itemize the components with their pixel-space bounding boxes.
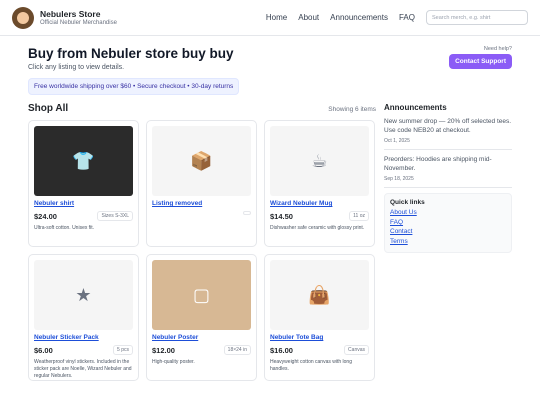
product-card[interactable]: ☕ Wizard Nebuler Mug $14.50 11 oz Dishwas… bbox=[264, 120, 375, 247]
page-title: Buy from Nebuler store buy buy bbox=[28, 46, 234, 61]
nav-about[interactable]: About bbox=[298, 13, 319, 22]
product-badge: 18×24 in bbox=[223, 345, 251, 355]
product-card[interactable]: ★ Nebuler Sticker Pack $6.00 5 pcs Weathe… bbox=[28, 254, 139, 381]
product-card[interactable]: ▢ Nebuler Poster $12.00 18×24 in High-qua… bbox=[146, 254, 257, 381]
announcements-title: Announcements bbox=[384, 103, 447, 112]
link-faq[interactable]: FAQ bbox=[390, 219, 506, 226]
product-title[interactable]: Nebuler Tote Bag bbox=[270, 334, 369, 341]
product-price: $6.00 bbox=[34, 345, 53, 355]
shirt-icon: 👕 bbox=[34, 126, 133, 196]
nav-home[interactable]: Home bbox=[266, 13, 287, 22]
announcement: Preorders: Hoodies are shipping mid-Nove… bbox=[384, 155, 512, 189]
announcement-text: New summer drop — 20% off selected tees.… bbox=[384, 118, 512, 135]
shop-title: Shop All bbox=[28, 103, 69, 114]
main-nav: Home About Announcements FAQ Search merc… bbox=[266, 10, 528, 25]
avatar-face-icon bbox=[17, 11, 29, 24]
product-price: $16.00 bbox=[270, 345, 293, 355]
help-question: Need help? bbox=[483, 46, 512, 52]
product-description: Weatherproof vinyl stickers. Included in… bbox=[34, 359, 132, 379]
announcement: New summer drop — 20% off selected tees.… bbox=[384, 117, 512, 151]
brand-logo[interactable] bbox=[12, 6, 34, 29]
product-price: $24.00 bbox=[34, 211, 57, 221]
brand-name: Nebulers Store bbox=[40, 9, 101, 19]
item-count: Showing 6 items bbox=[328, 106, 376, 113]
sidebar: Announcements New summer drop — 20% off … bbox=[384, 103, 512, 381]
product-description: Dishwasher safe ceramic with glossy prin… bbox=[270, 225, 365, 231]
product-description: Heavyweight cotton canvas with long hand… bbox=[270, 359, 352, 372]
product-badge: Canvas bbox=[344, 345, 369, 355]
hero: Buy from Nebuler store buy buy Click any… bbox=[0, 36, 540, 95]
shop-section: Shop All Showing 6 items 👕 Nebuler shirt… bbox=[28, 103, 376, 381]
sticker-icon: ★ bbox=[34, 260, 133, 330]
product-badge bbox=[243, 211, 251, 215]
product-grid: 👕 Nebuler shirt $24.00 Sizes S-3XL Ultra-… bbox=[28, 120, 376, 381]
contact-support-button[interactable]: Contact Support bbox=[449, 54, 512, 69]
link-terms[interactable]: Terms bbox=[390, 238, 506, 245]
product-title[interactable]: Wizard Nebuler Mug bbox=[270, 200, 369, 207]
shop-header: Shop All Showing 6 items bbox=[28, 103, 376, 114]
page-subtitle: Click any listing to view details. bbox=[28, 64, 125, 71]
link-about-us[interactable]: About Us bbox=[390, 209, 506, 216]
announcement-date: Oct 1, 2025 bbox=[384, 138, 410, 145]
product-title[interactable]: Nebuler Sticker Pack bbox=[34, 334, 133, 341]
brand-subtitle: Official Nebuler Merchandise bbox=[40, 20, 117, 26]
product-description: High-quality poster. bbox=[152, 359, 195, 365]
product-card[interactable]: 👜 Nebuler Tote Bag $16.00 Canvas Heavywei… bbox=[264, 254, 375, 381]
shipping-banner: Free worldwide shipping over $60 • Secur… bbox=[28, 78, 240, 95]
mug-icon: ☕ bbox=[270, 126, 369, 196]
main-content: Shop All Showing 6 items 👕 Nebuler shirt… bbox=[0, 95, 540, 381]
announcement-date: Sep 18, 2025 bbox=[384, 176, 414, 183]
tote-icon: 👜 bbox=[270, 260, 369, 330]
product-badge: Sizes S-3XL bbox=[97, 211, 133, 221]
search-input[interactable]: Search merch, e.g. shirt bbox=[426, 10, 528, 25]
product-description: Ultra-soft cotton. Unisex fit. bbox=[34, 225, 95, 231]
quick-links-title: Quick links bbox=[390, 199, 425, 207]
announcement-text: Preorders: Hoodies are shipping mid-Nove… bbox=[384, 156, 492, 173]
hero-text: Buy from Nebuler store buy buy Click any… bbox=[28, 46, 240, 95]
product-card[interactable]: 👕 Nebuler shirt $24.00 Sizes S-3XL Ultra-… bbox=[28, 120, 139, 247]
nav-faq[interactable]: FAQ bbox=[399, 13, 415, 22]
product-badge: 5 pcs bbox=[113, 345, 133, 355]
nav-announcements[interactable]: Announcements bbox=[330, 13, 388, 22]
help-box: Need help? Contact Support bbox=[449, 46, 512, 95]
product-badge: 11 oz bbox=[349, 211, 369, 221]
brand: Nebulers Store Official Nebuler Merchand… bbox=[40, 9, 117, 26]
poster-icon: ▢ bbox=[152, 260, 251, 330]
product-title[interactable]: Nebuler shirt bbox=[34, 200, 133, 207]
quick-links: Quick links About Us FAQ Contact Terms bbox=[384, 193, 512, 254]
product-title[interactable]: Nebuler Poster bbox=[152, 334, 251, 341]
site-header: Nebulers Store Official Nebuler Merchand… bbox=[0, 0, 540, 36]
link-contact[interactable]: Contact bbox=[390, 228, 506, 235]
product-card[interactable]: 📦 Listing removed bbox=[146, 120, 257, 247]
product-price: $14.50 bbox=[270, 211, 293, 221]
product-title[interactable]: Listing removed bbox=[152, 200, 251, 207]
product-price: $12.00 bbox=[152, 345, 175, 355]
box-icon: 📦 bbox=[152, 126, 251, 196]
